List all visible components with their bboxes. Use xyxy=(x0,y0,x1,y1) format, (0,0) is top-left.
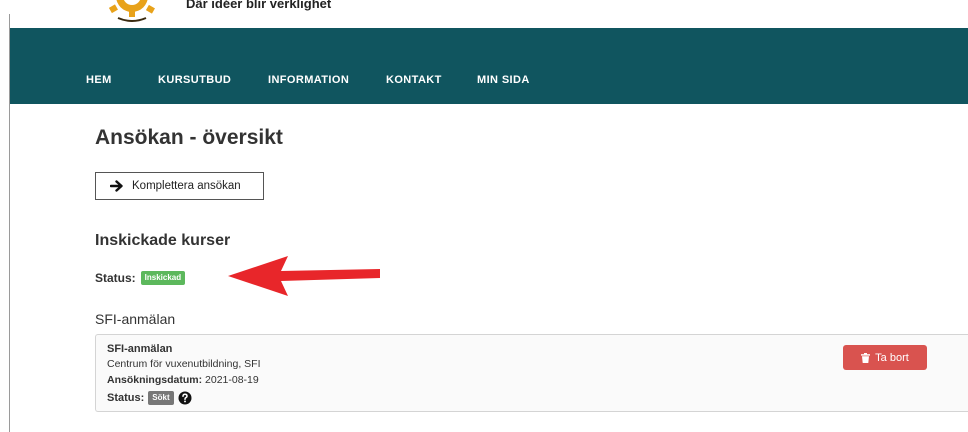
nav-item-kursutbud[interactable]: KURSUTBUD xyxy=(158,74,231,86)
arrow-right-icon xyxy=(110,180,124,192)
page-title: Ansökan - översikt xyxy=(95,126,283,149)
nav-item-hem[interactable]: HEM xyxy=(86,74,112,86)
date-value: 2021-08-19 xyxy=(205,374,259,386)
status-label: Status: xyxy=(95,271,136,285)
nav-item-min-sida[interactable]: MIN SIDA xyxy=(477,74,530,86)
course-group-heading: SFI-anmälan xyxy=(95,311,176,327)
red-arrow-icon xyxy=(228,256,380,296)
complete-application-button[interactable]: Komplettera ansökan xyxy=(95,172,264,200)
date-label: Ansökningsdatum: xyxy=(107,374,203,386)
course-date: Ansökningsdatum: 2021-08-19 xyxy=(107,374,259,386)
course-school: Centrum för vuxenutbildning, SFI xyxy=(107,358,261,370)
nav-item-kontakt[interactable]: KONTAKT xyxy=(386,74,442,86)
gear-logo[interactable] xyxy=(106,0,158,24)
delete-label: Ta bort xyxy=(875,351,909,364)
trash-icon xyxy=(861,352,871,363)
section-title: Inskickade kurser xyxy=(95,232,231,249)
application-status-row: Status: Inskickad xyxy=(95,271,186,285)
course-title: SFI-anmälan xyxy=(107,343,173,355)
site-tagline: Där idéer blir verklighet xyxy=(186,0,332,11)
main-navbar: HEM KURSUTBUD INFORMATION KONTAKT MIN SI… xyxy=(10,28,968,104)
question-circle-icon[interactable] xyxy=(178,391,192,405)
delete-button[interactable]: Ta bort xyxy=(843,345,927,370)
course-status-label: Status: xyxy=(107,392,145,404)
course-status-badge: Sökt xyxy=(148,391,174,405)
course-status-row: Status: Sökt xyxy=(107,391,192,405)
nav-item-information[interactable]: INFORMATION xyxy=(268,74,349,86)
status-badge: Inskickad xyxy=(140,271,186,285)
site-header: Där idéer blir verklighet xyxy=(10,0,968,28)
course-card: SFI-anmälan Centrum för vuxenutbildning,… xyxy=(95,334,968,412)
complete-application-label: Komplettera ansökan xyxy=(132,180,241,192)
